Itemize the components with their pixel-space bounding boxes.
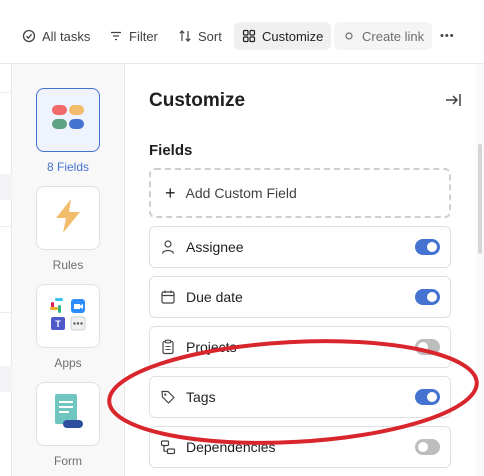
apps-label: Apps: [54, 356, 82, 370]
toggle-knob: [427, 392, 437, 402]
add-custom-field-label: Add Custom Field: [185, 185, 297, 201]
fields-app[interactable]: 8 Fields: [36, 88, 100, 174]
svg-text:T: T: [55, 319, 61, 329]
customize-button[interactable]: Customize: [234, 22, 332, 50]
field-row-projects[interactable]: Projects: [149, 326, 451, 368]
background-task-list: [0, 64, 12, 476]
plus-icon: +: [165, 183, 176, 203]
fields-label: 8 Fields: [46, 160, 90, 174]
field-label: Assignee: [186, 239, 244, 255]
apps-grid-icon: T: [49, 296, 87, 337]
filter-button[interactable]: Filter: [101, 22, 166, 50]
rules-label: Rules: [52, 258, 84, 272]
add-custom-field-button[interactable]: + Add Custom Field: [149, 168, 451, 218]
fields-section-title: Fields: [149, 142, 193, 159]
collapse-panel-icon[interactable]: [444, 91, 462, 109]
toggle-knob: [418, 442, 428, 452]
dependencies-icon: [160, 439, 176, 455]
toggle-knob: [427, 242, 437, 252]
divider: [0, 92, 12, 93]
view-toolbar: All tasks Filter Sort Customize Create l…: [0, 0, 484, 64]
filter-icon: [109, 29, 123, 43]
check-circle-icon: [22, 29, 36, 43]
person-icon: [160, 239, 176, 255]
due-date-toggle[interactable]: [415, 289, 440, 305]
field-row-assignee[interactable]: Assignee: [149, 226, 451, 268]
fields-tile[interactable]: [36, 88, 100, 152]
divider: [0, 226, 12, 227]
customize-apps-column: 8 Fields Rules T Apps Form: [12, 64, 125, 476]
projects-toggle[interactable]: [415, 339, 440, 355]
field-row-tags[interactable]: Tags: [149, 376, 451, 418]
clipboard-icon: [160, 339, 176, 355]
field-label: Dependencies: [186, 439, 276, 455]
all-tasks-button[interactable]: All tasks: [14, 22, 98, 50]
highlighted-row: [0, 366, 12, 392]
panel-scrollbar[interactable]: [476, 64, 484, 476]
more-options-icon: •••: [440, 30, 455, 42]
form-app[interactable]: Form: [36, 382, 100, 468]
field-row-due-date[interactable]: Due date: [149, 276, 451, 318]
sort-icon: [178, 29, 192, 43]
link-dot-icon: [342, 29, 356, 43]
panel-title: Customize: [149, 90, 246, 111]
toggle-knob: [427, 292, 437, 302]
more-options-button[interactable]: •••: [432, 22, 463, 50]
tags-toggle[interactable]: [415, 389, 440, 405]
lightning-icon: [53, 198, 83, 238]
customize-grid-icon: [242, 29, 256, 43]
dependencies-toggle[interactable]: [415, 439, 440, 455]
form-icon: [51, 392, 85, 437]
create-link-label: Create link: [362, 28, 425, 44]
calendar-icon: [160, 289, 176, 305]
toggle-knob: [418, 342, 428, 352]
scroll-thumb[interactable]: [478, 144, 482, 254]
rules-app[interactable]: Rules: [36, 186, 100, 272]
sort-label: Sort: [198, 28, 222, 44]
rules-tile[interactable]: [36, 186, 100, 250]
apps-app[interactable]: T Apps: [36, 284, 100, 370]
field-label: Tags: [186, 389, 216, 405]
all-tasks-label: All tasks: [42, 28, 91, 44]
form-tile[interactable]: [36, 382, 100, 446]
divider: [0, 312, 12, 313]
sort-button[interactable]: Sort: [170, 22, 230, 50]
highlighted-row: [0, 174, 12, 200]
apps-tile[interactable]: T: [36, 284, 100, 348]
field-label: Projects: [186, 339, 237, 355]
field-row-dependencies[interactable]: Dependencies: [149, 426, 451, 468]
tag-icon: [160, 389, 176, 405]
assignee-toggle[interactable]: [415, 239, 440, 255]
field-label: Due date: [186, 289, 243, 305]
fields-icon: [52, 104, 84, 136]
customize-label: Customize: [262, 28, 324, 44]
filter-label: Filter: [129, 28, 158, 44]
form-label: Form: [54, 454, 82, 468]
create-link-button[interactable]: Create link: [334, 22, 433, 50]
customize-panel: Customize Fields + Add Custom Field Assi…: [126, 64, 476, 476]
